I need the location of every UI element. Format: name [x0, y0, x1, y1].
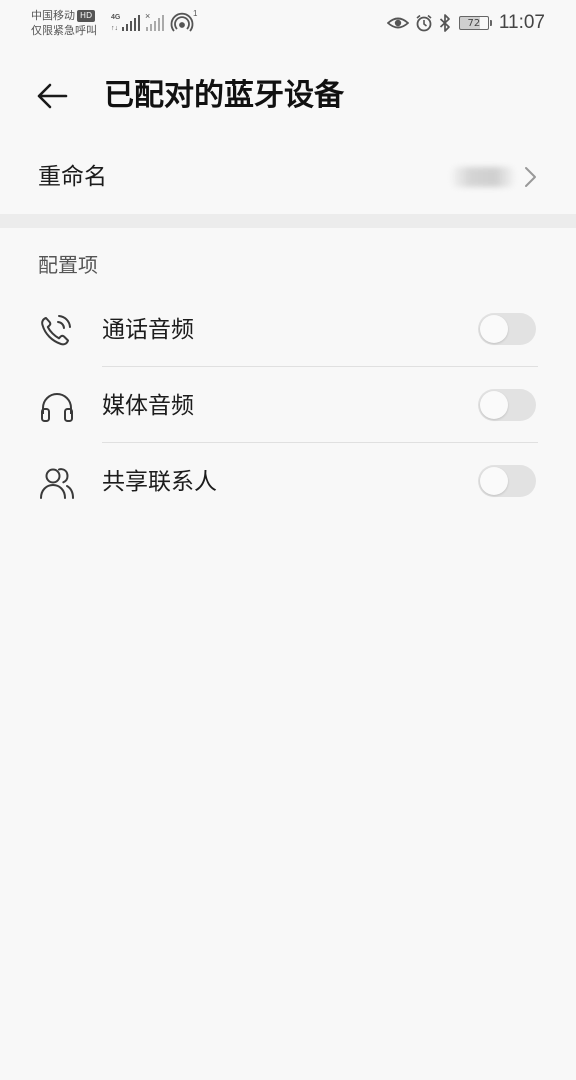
hd-badge: HD [77, 10, 96, 22]
eye-comfort-icon [386, 17, 409, 29]
section-divider [0, 214, 576, 228]
toggle-knob [480, 315, 508, 343]
status-right: 72 11:07 [381, 10, 545, 36]
hotspot-icon [170, 12, 194, 32]
carrier-info: 中国移动 HD 仅限紧急呼叫 [31, 8, 97, 38]
svg-text:×: × [145, 11, 150, 21]
config-options-list: 通话音频 媒体音频 共享联系人 [0, 291, 576, 519]
section-title: 配置项 [38, 253, 98, 277]
headphones-icon [41, 392, 73, 422]
signal-icons: 4G ↑↓ × 1 [111, 9, 198, 32]
option-label: 通话音频 [102, 317, 194, 343]
alarm-icon [416, 14, 432, 32]
status-time: 11:07 [498, 12, 545, 33]
option-call-audio[interactable]: 通话音频 [0, 291, 576, 367]
battery-level: 72 [467, 17, 481, 29]
battery-icon: 72 [458, 16, 492, 30]
network-type-label: 4G [111, 14, 121, 21]
rename-label: 重命名 [38, 164, 107, 190]
contacts-icon [40, 468, 74, 499]
phone-call-icon [41, 315, 71, 346]
emergency-only-text: 仅限紧急呼叫 [31, 24, 97, 37]
share-contacts-toggle[interactable] [478, 465, 536, 497]
back-button[interactable] [30, 74, 74, 118]
device-name-value: ▒▒▒▒ [452, 167, 514, 187]
option-label: 共享联系人 [102, 469, 217, 495]
call-audio-toggle[interactable] [478, 313, 536, 345]
toggle-knob [480, 467, 508, 495]
option-media-audio[interactable]: 媒体音频 [0, 367, 576, 443]
rename-row[interactable]: 重命名 ▒▒▒▒ [0, 140, 576, 214]
svg-text:↑↓: ↑↓ [111, 25, 118, 32]
arrow-left-icon [37, 83, 68, 109]
page-title: 已配对的蓝牙设备 [104, 78, 344, 113]
bluetooth-icon [439, 14, 450, 32]
app-header: 已配对的蓝牙设备 [0, 60, 576, 132]
toggle-knob [480, 391, 508, 419]
chevron-right-icon [525, 167, 536, 187]
media-audio-toggle[interactable] [478, 389, 536, 421]
option-share-contacts[interactable]: 共享联系人 [0, 443, 576, 519]
status-bar: 中国移动 HD 仅限紧急呼叫 4G ↑↓ × 1 72 11:07 [0, 0, 576, 48]
carrier-name: 中国移动 [31, 9, 75, 22]
svg-text:1: 1 [193, 9, 198, 18]
option-label: 媒体音频 [102, 393, 194, 419]
